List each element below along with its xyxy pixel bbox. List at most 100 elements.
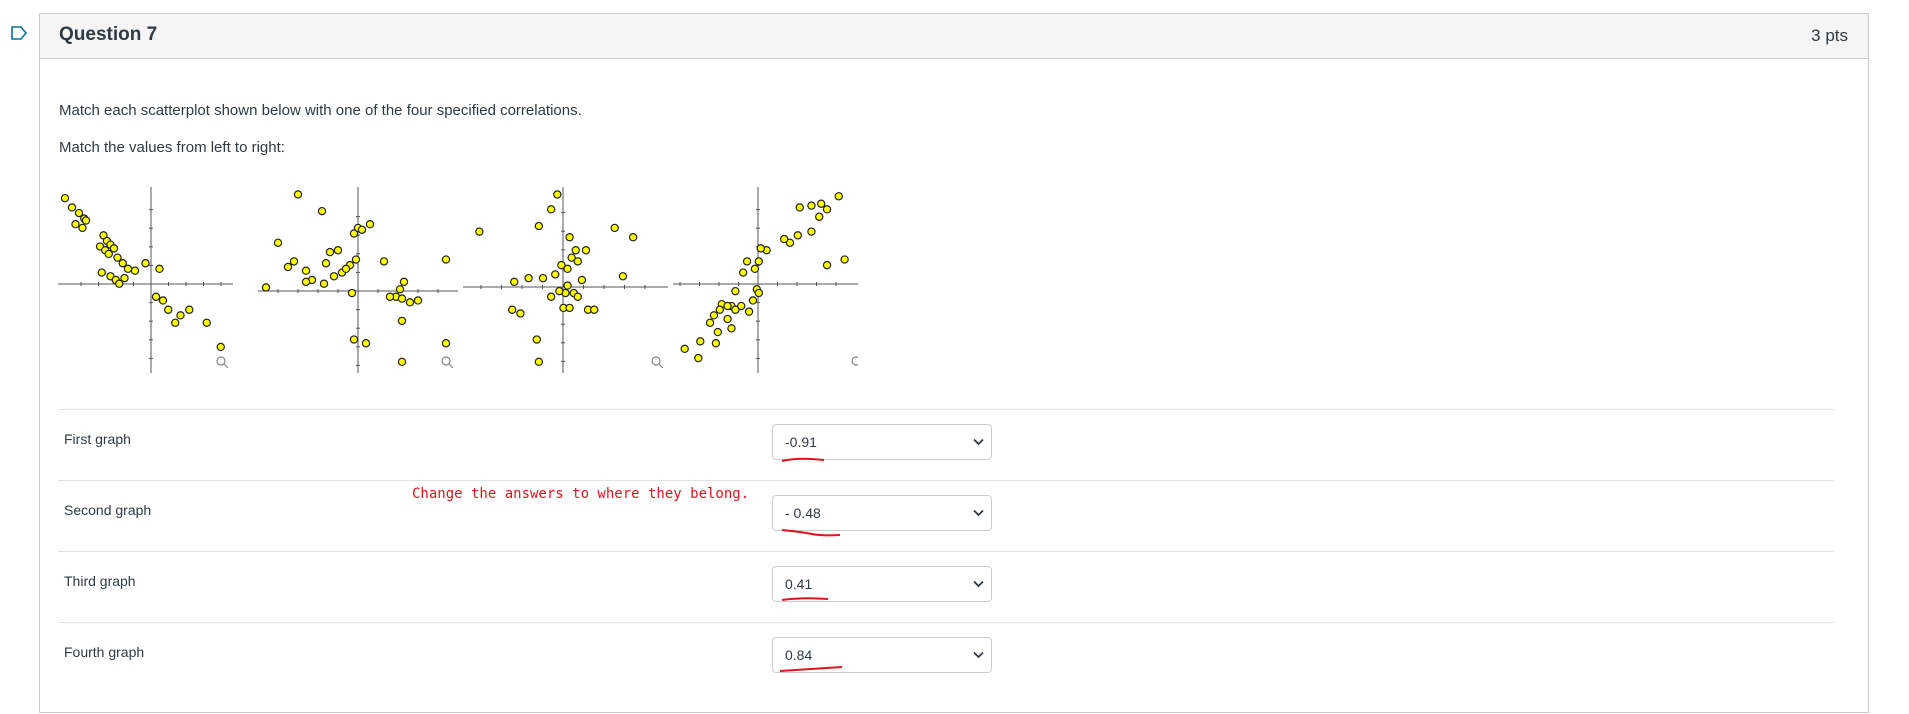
scatter-point — [807, 227, 816, 236]
answer-select-fourth[interactable]: 0.84 — [772, 637, 992, 673]
scatter-point — [538, 273, 548, 283]
scatter-point — [840, 255, 849, 264]
selected-value: - 0.48 — [785, 505, 821, 521]
scatter-point — [385, 292, 395, 301]
answer-row-second: Second graph - 0.48 — [58, 480, 1834, 551]
scatter-point — [565, 303, 574, 313]
magnifier-icon — [658, 363, 664, 369]
scatter-point — [618, 272, 628, 281]
scatter-point — [176, 311, 185, 320]
magnifier-icon — [216, 356, 226, 366]
scatter-point — [713, 327, 723, 337]
scatter-point — [333, 246, 343, 255]
scatter-point — [571, 246, 580, 255]
scatter-point — [815, 212, 824, 221]
scatter-point — [795, 203, 804, 212]
selected-value: -0.91 — [785, 434, 817, 450]
scatter-point — [754, 257, 764, 266]
scatter-point — [104, 249, 113, 259]
scatter-point — [742, 257, 752, 266]
scatter-point — [293, 190, 303, 199]
scatter-point — [71, 220, 80, 229]
scatter-point — [441, 255, 451, 264]
answer-select-first[interactable]: -0.91 — [772, 424, 992, 460]
magnifier-icon — [223, 363, 229, 369]
scatter-point — [317, 206, 327, 216]
scatter-point — [628, 233, 638, 242]
scatter-point — [395, 285, 405, 294]
scatter-point — [475, 227, 484, 236]
scatter-point — [834, 192, 843, 201]
scatter-point — [81, 216, 91, 225]
scatter-point — [141, 259, 150, 268]
scatter-point — [130, 266, 140, 275]
row-label: Second graph — [64, 502, 152, 518]
scatter-point — [546, 205, 556, 214]
scatter-point — [750, 264, 760, 274]
scatter-point — [357, 225, 367, 234]
scatter-point — [557, 260, 566, 270]
scatter-point — [553, 190, 562, 199]
magnifier-icon — [448, 363, 454, 369]
question-instruction: Match the values from left to right: — [59, 139, 285, 156]
scatter-point — [97, 268, 106, 277]
scatter-point — [723, 314, 732, 324]
scatter-point — [261, 283, 271, 292]
scatter-point — [405, 298, 415, 307]
scatter-point — [822, 205, 832, 214]
scatter-point — [532, 335, 541, 344]
scatter-point — [577, 275, 587, 285]
scatter-point — [709, 311, 719, 320]
scatter-point — [361, 339, 371, 348]
scatter-point — [289, 257, 299, 266]
scatter-point — [413, 296, 423, 305]
scatter-point — [397, 316, 407, 326]
scatter-point — [151, 292, 161, 301]
scatter-point — [365, 220, 375, 229]
scatter-point — [705, 318, 715, 327]
scatter-point — [610, 223, 619, 233]
chevron-down-icon — [973, 580, 984, 588]
scatter-point — [301, 266, 311, 275]
scatter-point — [756, 244, 765, 253]
scatter-point — [739, 268, 748, 277]
scatter-point — [185, 305, 194, 314]
scatter-point — [397, 294, 407, 303]
scatter-point — [822, 260, 832, 270]
scatter-point — [319, 279, 329, 288]
scatter-point — [397, 357, 407, 367]
flag-icon[interactable] — [10, 24, 28, 42]
scatter-point — [779, 234, 789, 244]
scatter-point — [441, 339, 451, 348]
question-title: Question 7 — [59, 24, 158, 45]
scatter-point — [202, 318, 211, 327]
scatter-point — [67, 203, 77, 212]
selected-value: 0.84 — [785, 647, 813, 663]
question-prompt: Match each scatterplot shown below with … — [59, 102, 582, 119]
scatter-point — [546, 292, 556, 301]
answer-row-fourth: Fourth graph 0.84 — [58, 622, 1834, 693]
scatter-point — [534, 221, 544, 231]
scatter-point — [325, 247, 335, 257]
answer-select-third[interactable]: 0.41 — [772, 566, 992, 602]
scatter-point — [273, 238, 283, 248]
scatter-point — [555, 286, 564, 296]
answer-row-third: Third graph 0.41 — [58, 551, 1834, 622]
scatter-point — [715, 305, 725, 314]
scatter-point — [551, 270, 560, 279]
answer-select-second[interactable]: - 0.48 — [772, 495, 992, 531]
scatter-point — [744, 307, 754, 316]
scatter-point — [711, 339, 721, 348]
scatter-point — [723, 301, 732, 311]
scatter-point — [399, 277, 409, 287]
scatter-point — [807, 201, 816, 210]
scatter-point — [581, 246, 591, 255]
scatter-point — [748, 296, 758, 305]
scatter-point — [573, 292, 583, 301]
scatter-point — [680, 344, 689, 354]
selected-value: 0.41 — [785, 576, 813, 592]
scatter-point — [590, 305, 599, 314]
scatter-point — [793, 231, 803, 240]
scatter-point — [349, 335, 359, 344]
magnifier-icon — [441, 356, 451, 366]
